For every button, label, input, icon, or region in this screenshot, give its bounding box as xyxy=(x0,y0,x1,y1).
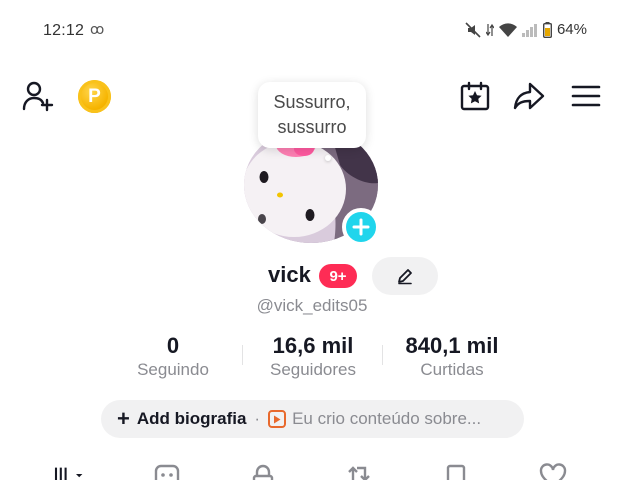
battery-percent: 64% xyxy=(556,21,587,38)
menu-button[interactable] xyxy=(568,78,604,114)
coin-icon: P xyxy=(88,85,101,107)
add-friend-icon xyxy=(22,81,54,112)
following-label: Seguindo xyxy=(137,360,209,379)
status-time: 12:12 xyxy=(43,22,85,39)
username: vick xyxy=(268,262,311,287)
tab-locked[interactable] xyxy=(247,462,279,480)
note-line-1: Sussurro, xyxy=(273,92,351,112)
add-avatar-button[interactable] xyxy=(342,208,380,246)
note-line-2: sussurro xyxy=(277,117,347,137)
notification-badge[interactable]: 9+ xyxy=(319,264,357,288)
battery-icon xyxy=(542,21,552,38)
status-icons: 64% xyxy=(465,21,587,38)
likes-count: 840,1 mil xyxy=(405,333,499,358)
add-friend-button[interactable] xyxy=(20,78,56,114)
private-icon xyxy=(154,464,180,480)
user-handle: @vick_edits05 xyxy=(256,296,368,315)
bio-suggestion[interactable]: Eu crio conteúdo sobre... xyxy=(292,409,481,429)
bio-separator: · xyxy=(254,409,261,428)
voicemail-icon: ꝏ xyxy=(90,21,105,37)
repost-icon xyxy=(348,466,370,480)
edit-profile-button[interactable] xyxy=(372,257,438,295)
tab-reposts[interactable] xyxy=(343,462,375,480)
plus-icon xyxy=(352,218,370,236)
coin-button[interactable]: P xyxy=(78,80,111,113)
liked-icon xyxy=(539,463,567,480)
tab-private[interactable] xyxy=(151,462,183,480)
followers-label: Seguidores xyxy=(269,360,356,379)
play-promo-icon xyxy=(268,410,287,428)
bio-bar[interactable]: + Add biografia · Eu crio conteúdo sobre… xyxy=(101,400,524,438)
stats-divider xyxy=(382,345,383,365)
calendar-star-icon xyxy=(460,81,490,111)
stat-following[interactable]: 0 Seguindo xyxy=(122,333,224,381)
menu-icon xyxy=(571,85,601,107)
tab-saved[interactable] xyxy=(440,462,472,480)
lock-icon xyxy=(252,464,274,480)
followers-count: 16,6 mil xyxy=(272,333,354,358)
stats-divider xyxy=(242,345,243,365)
name-row: vick 9+ xyxy=(0,257,625,295)
status-bar: 12:12 ꝏ 64% xyxy=(0,0,625,62)
calendar-button[interactable] xyxy=(457,78,493,114)
likes-label: Curtidas xyxy=(420,360,484,379)
profile-screen: 12:12 ꝏ 64% P Sussurro, sussurro vick 9+… xyxy=(0,0,625,480)
videos-grid-icon xyxy=(54,467,83,480)
stats-row: 0 Seguindo 16,6 mil Seguidores 840,1 mil… xyxy=(0,333,625,381)
following-count: 0 xyxy=(166,333,180,358)
add-bio-button[interactable]: Add biografia xyxy=(137,409,247,429)
stat-followers[interactable]: 16,6 mil Seguidores xyxy=(262,333,364,381)
note-bubble-tail xyxy=(325,155,331,161)
signal-icon xyxy=(521,23,538,37)
share-icon xyxy=(513,82,545,110)
data-arrows-icon xyxy=(485,23,494,37)
content-tabs xyxy=(0,462,625,480)
plus-icon: + xyxy=(117,406,130,431)
saved-icon xyxy=(446,464,466,480)
note-bubble[interactable]: Sussurro, sussurro xyxy=(258,82,366,148)
tab-liked[interactable] xyxy=(537,462,569,480)
wifi-icon xyxy=(498,22,517,37)
tab-videos[interactable] xyxy=(52,462,84,480)
mute-icon xyxy=(465,21,481,38)
share-button[interactable] xyxy=(511,78,547,114)
pencil-icon xyxy=(398,269,412,285)
stat-likes[interactable]: 840,1 mil Curtidas xyxy=(396,333,508,381)
